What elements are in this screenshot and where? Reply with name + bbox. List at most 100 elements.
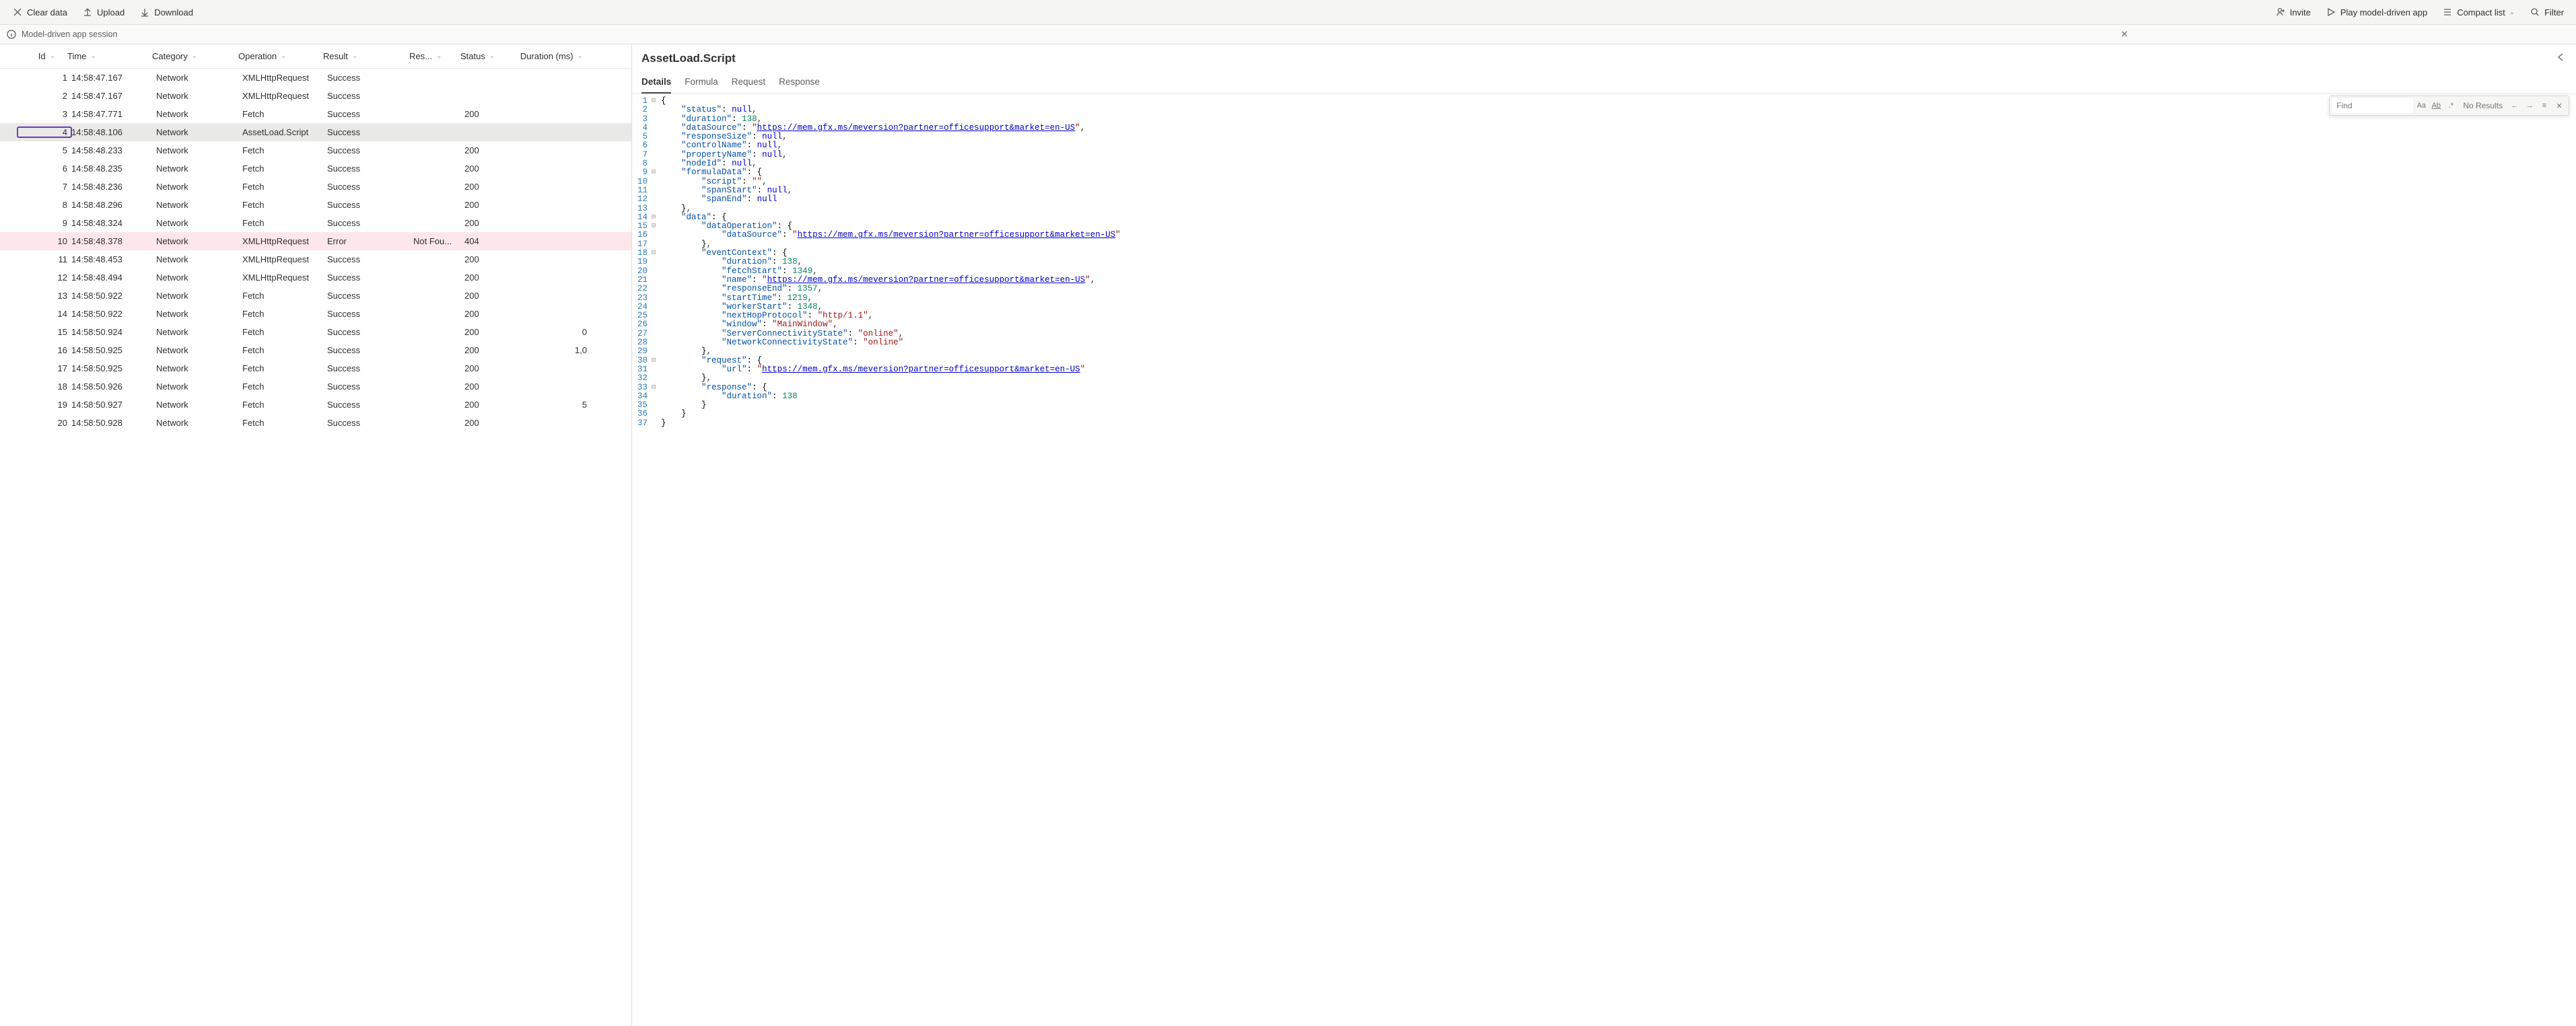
cell-status: 200 <box>464 272 524 283</box>
cell-category: Network <box>156 418 242 428</box>
cell-result: Success <box>327 127 413 137</box>
filter-icon <box>2530 7 2540 17</box>
table-row[interactable]: 1114:58:48.453NetworkXMLHttpRequestSucce… <box>0 250 631 268</box>
cell-res2: Not Fou... <box>413 236 464 246</box>
cell-operation: XMLHttpRequest <box>242 254 327 264</box>
cell-result: Success <box>327 91 413 101</box>
json-editor: Aa Ab .* No Results ← → ≡ ✕ 1 2 3 4 5 6 … <box>632 94 2576 1026</box>
cell-time: 14:58:48.233 <box>71 145 156 155</box>
tab-details[interactable]: Details <box>641 73 671 94</box>
cell-operation: XMLHttpRequest <box>242 91 327 101</box>
table-row[interactable]: 614:58:48.235NetworkFetchSuccess200 <box>0 159 631 178</box>
cell-id: 17 <box>18 363 71 373</box>
filter-label: Filter <box>2544 7 2564 17</box>
table-row[interactable]: 1814:58:50.926NetworkFetchSuccess200 <box>0 377 631 396</box>
whole-word-icon[interactable]: Ab <box>2429 99 2443 112</box>
invite-button[interactable]: Invite <box>2270 4 2316 20</box>
find-in-selection-button[interactable]: ≡ <box>2538 99 2551 112</box>
col-header-operation[interactable]: Operation⌄ <box>238 51 323 61</box>
cell-result: Success <box>327 182 413 192</box>
clear-data-button[interactable]: Clear data <box>7 4 73 20</box>
chevron-down-icon: ⌄ <box>489 52 495 60</box>
col-header-id[interactable]: Id⌄ <box>13 51 67 61</box>
cell-result: Success <box>327 327 413 337</box>
col-header-duration[interactable]: Duration (ms)⌄ <box>520 51 587 61</box>
session-bar: Model-driven app session ✕ <box>0 24 2576 44</box>
tab-formula[interactable]: Formula <box>685 73 718 94</box>
tab-request[interactable]: Request <box>732 73 765 94</box>
table-row[interactable]: 714:58:48.236NetworkFetchSuccess200 <box>0 178 631 196</box>
cell-time: 14:58:50.925 <box>71 345 156 355</box>
find-input[interactable] <box>2332 98 2413 113</box>
cell-status: 200 <box>464 145 524 155</box>
cell-category: Network <box>156 145 242 155</box>
cell-id: 11 <box>18 254 71 264</box>
upload-icon <box>82 7 93 17</box>
table-row[interactable]: 814:58:48.296NetworkFetchSuccess200 <box>0 196 631 214</box>
code-content[interactable]: { "status": null, "duration": 138, "data… <box>661 97 2576 1026</box>
play-app-label: Play model-driven app <box>2340 7 2427 17</box>
compact-list-button[interactable]: Compact list ⌄ <box>2437 4 2520 20</box>
table-row[interactable]: 114:58:47.167NetworkXMLHttpRequestSucces… <box>0 69 631 87</box>
table-row[interactable]: 214:58:47.167NetworkXMLHttpRequestSucces… <box>0 87 631 105</box>
match-case-icon[interactable]: Aa <box>2414 99 2428 112</box>
cell-id: 7 <box>18 182 71 192</box>
fold-gutter[interactable]: ⊟ ⊟ ⊟ ⊟ ⊟ ⊟ ⊟ <box>652 97 661 1026</box>
col-header-status[interactable]: Status⌄ <box>460 51 520 61</box>
table-row[interactable]: 514:58:48.233NetworkFetchSuccess200 <box>0 141 631 159</box>
cell-result: Success <box>327 200 413 210</box>
table-row[interactable]: 1714:58:50.925NetworkFetchSuccess200 <box>0 359 631 377</box>
cell-time: 14:58:50.928 <box>71 418 156 428</box>
find-prev-button[interactable]: ← <box>2508 99 2521 112</box>
main-toolbar: Clear data Upload Download Invite Play m… <box>0 0 2576 24</box>
cell-duration: 0 <box>524 327 591 337</box>
cell-id: 18 <box>18 381 71 392</box>
table-row[interactable]: 1414:58:50.922NetworkFetchSuccess200 <box>0 305 631 323</box>
cell-result: Success <box>327 291 413 301</box>
cell-category: Network <box>156 254 242 264</box>
table-row[interactable]: 1214:58:48.494NetworkXMLHttpRequestSucce… <box>0 268 631 287</box>
cell-category: Network <box>156 291 242 301</box>
cell-category: Network <box>156 218 242 228</box>
table-row[interactable]: 1314:58:50.922NetworkFetchSuccess200 <box>0 287 631 305</box>
play-app-button[interactable]: Play model-driven app <box>2320 4 2433 20</box>
col-header-result[interactable]: Result⌄ <box>323 51 409 61</box>
cell-category: Network <box>156 182 242 192</box>
table-body[interactable]: 114:58:47.167NetworkXMLHttpRequestSucces… <box>0 69 631 1026</box>
cell-operation: Fetch <box>242 163 327 174</box>
chevron-down-icon: ⌄ <box>192 52 197 60</box>
filter-button[interactable]: Filter <box>2524 4 2569 20</box>
cell-time: 14:58:48.236 <box>71 182 156 192</box>
table-row[interactable]: 1914:58:50.927NetworkFetchSuccess2005 <box>0 396 631 414</box>
find-close-button[interactable]: ✕ <box>2552 99 2566 112</box>
table-row[interactable]: 914:58:48.324NetworkFetchSuccess200 <box>0 214 631 232</box>
cell-category: Network <box>156 91 242 101</box>
table-row[interactable]: 2014:58:50.928NetworkFetchSuccess200 <box>0 414 631 432</box>
table-row[interactable]: 1014:58:48.378NetworkXMLHttpRequestError… <box>0 232 631 250</box>
cell-result: Success <box>327 218 413 228</box>
session-close-button[interactable]: ✕ <box>2116 28 2132 42</box>
col-header-time[interactable]: Time⌄ <box>67 51 152 61</box>
cell-time: 14:58:50.926 <box>71 381 156 392</box>
play-icon <box>2326 7 2336 17</box>
find-next-button[interactable]: → <box>2523 99 2536 112</box>
person-add-icon <box>2275 7 2286 17</box>
regex-icon[interactable]: .* <box>2444 99 2458 112</box>
upload-button[interactable]: Upload <box>77 4 130 20</box>
col-header-category[interactable]: Category⌄ <box>152 51 238 61</box>
cell-category: Network <box>156 127 242 137</box>
cell-time: 14:58:50.922 <box>71 309 156 319</box>
table-row[interactable]: 314:58:47.771NetworkFetchSuccess200 <box>0 105 631 123</box>
cell-status: 200 <box>464 381 524 392</box>
table-row[interactable]: 414:58:48.106NetworkAssetLoad.ScriptSucc… <box>0 123 631 141</box>
tab-response[interactable]: Response <box>779 73 820 94</box>
cell-id: 16 <box>18 345 71 355</box>
col-header-res2[interactable]: Res...⌄ <box>409 51 460 61</box>
cell-id: 14 <box>18 309 71 319</box>
table-row[interactable]: 1614:58:50.925NetworkFetchSuccess2001,0 <box>0 341 631 359</box>
cell-id: 2 <box>18 91 71 101</box>
table-row[interactable]: 1514:58:50.924NetworkFetchSuccess2000 <box>0 323 631 341</box>
expand-pane-button[interactable] <box>2556 52 2567 66</box>
download-button[interactable]: Download <box>134 4 199 20</box>
chevron-down-icon: ⌄ <box>90 52 96 60</box>
